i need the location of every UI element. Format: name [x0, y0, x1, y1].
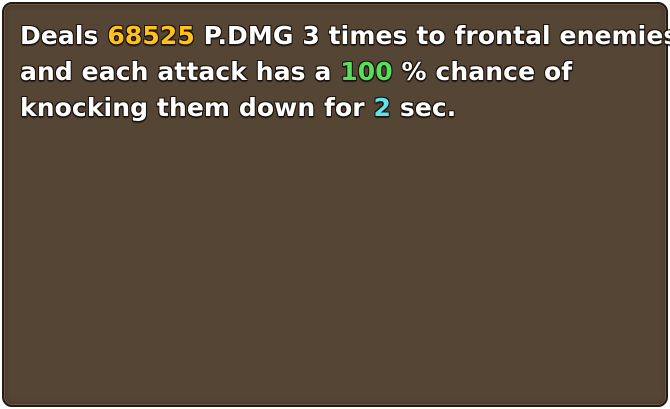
description-line-2: and each attack has a 100 % chance of — [20, 54, 656, 90]
chance-prefix-text: and each attack has a — [20, 57, 341, 86]
damage-prefix-text: Deals — [20, 21, 108, 50]
description-line-3: knocking them down for 2 sec. — [20, 90, 656, 126]
skill-description: Deals 68525 P.DMG 3 times to frontal ene… — [20, 18, 670, 126]
knockdown-chance-value: 100 — [340, 57, 393, 86]
skill-tooltip-panel: Deals 68525 P.DMG 3 times to frontal ene… — [2, 2, 670, 407]
damage-suffix-text: P.DMG 3 times to frontal enemies, — [194, 21, 670, 50]
knockdown-duration-value: 2 — [373, 93, 392, 122]
duration-prefix-text: knocking them down for — [20, 93, 374, 122]
duration-suffix-text: sec. — [391, 93, 457, 122]
chance-suffix-text: % chance of — [392, 57, 573, 86]
description-line-1: Deals 68525 P.DMG 3 times to frontal ene… — [20, 18, 670, 54]
damage-value: 68525 — [107, 21, 195, 50]
